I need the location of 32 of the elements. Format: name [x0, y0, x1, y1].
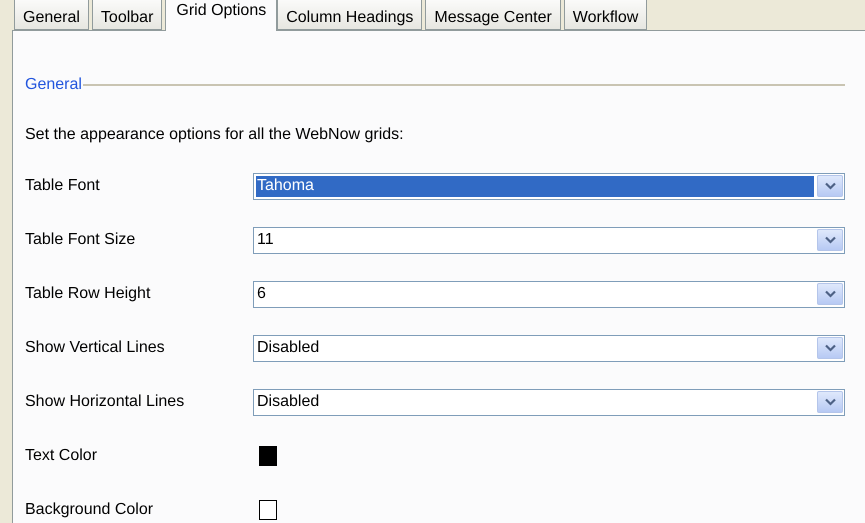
setting-label: Table Row Height — [25, 284, 152, 304]
dropdown-button[interactable] — [817, 229, 843, 251]
tab[interactable]: Workflow — [564, 0, 648, 30]
color-swatch[interactable] — [259, 446, 277, 466]
tab[interactable]: Column Headings — [277, 0, 422, 30]
chevron-down-icon — [824, 344, 836, 352]
chevron-down-icon — [824, 236, 836, 244]
chevron-down-icon — [824, 290, 836, 298]
setting-label: Table Font — [25, 176, 101, 196]
color-swatch[interactable] — [259, 500, 277, 520]
tab[interactable]: Grid Options — [165, 0, 278, 31]
dropdown-field[interactable]: 6 — [253, 280, 845, 308]
dropdown-field[interactable]: Disabled — [253, 388, 845, 416]
setting-label: Background Color — [25, 500, 154, 520]
dropdown-field[interactable]: 11 — [253, 226, 845, 254]
tab[interactable]: Toolbar — [92, 0, 162, 30]
setting-label: Table Font Size — [25, 230, 136, 250]
tab[interactable]: Message Center — [425, 0, 561, 30]
setting-label: Text Color — [25, 446, 98, 466]
dropdown-button[interactable] — [817, 175, 843, 197]
dropdown-field[interactable]: Tahoma — [253, 172, 845, 200]
setting-label: Show Horizontal Lines — [25, 392, 186, 412]
tab[interactable]: General — [14, 0, 89, 30]
dropdown-field[interactable]: Disabled — [253, 334, 845, 362]
chevron-down-icon — [824, 398, 836, 406]
dropdown-button[interactable] — [817, 391, 843, 413]
dropdown-button[interactable] — [817, 337, 843, 359]
description: Set the appearance options for all the WebNow grids: — [25, 125, 405, 145]
group-title: General — [25, 75, 82, 95]
chevron-down-icon — [824, 182, 836, 190]
dropdown-button[interactable] — [817, 283, 843, 305]
setting-label: Show Vertical Lines — [25, 338, 166, 358]
